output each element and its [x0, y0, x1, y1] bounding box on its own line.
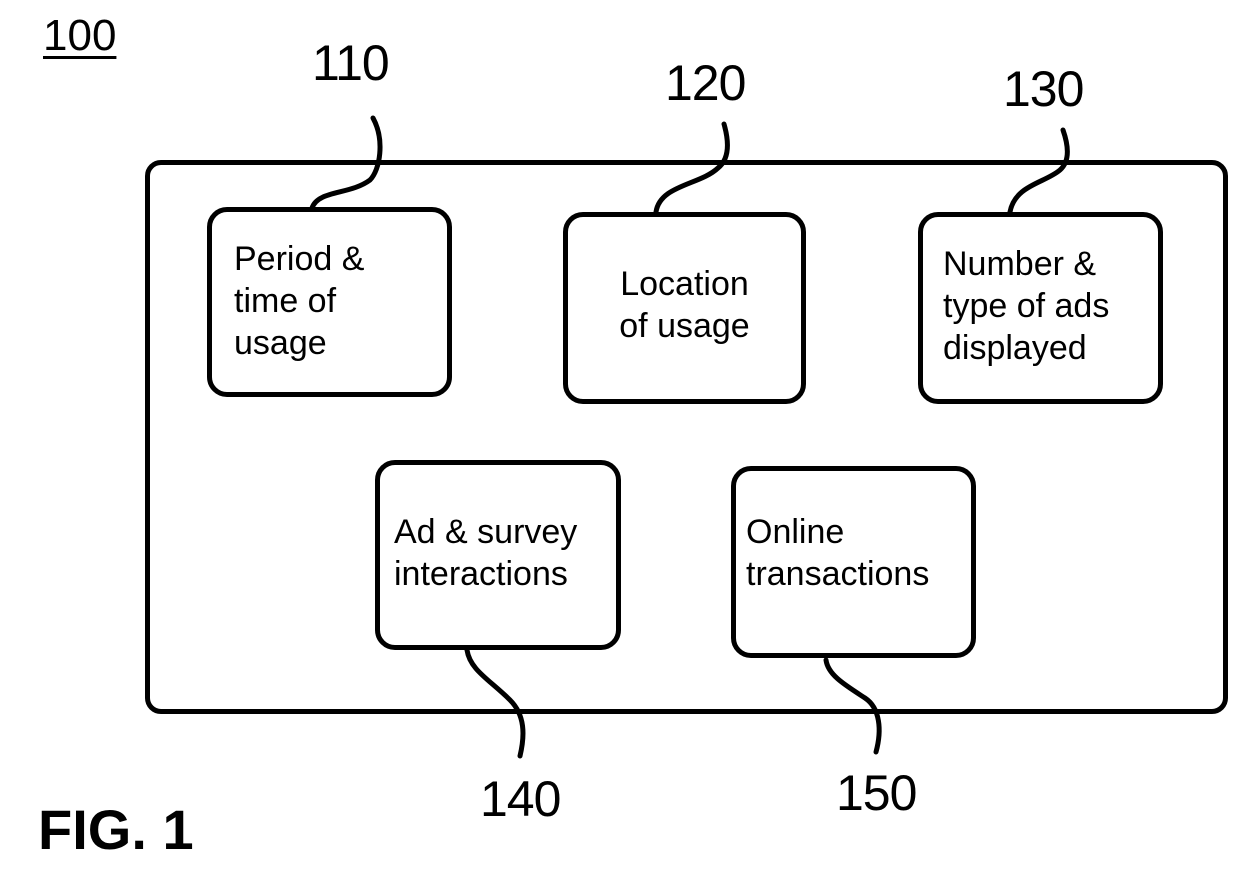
component-box-online-transactions: Online transactions	[731, 466, 976, 658]
ref-numeral-110: 110	[312, 35, 390, 91]
component-box-ad-survey-interactions: Ad & survey interactions	[375, 460, 621, 650]
component-box-period-time: Period & time of usage	[207, 207, 452, 397]
leader-line-120	[653, 121, 730, 215]
leader-line-110	[309, 115, 383, 211]
ref-numeral-120: 120	[665, 55, 746, 111]
component-box-location: Location of usage	[563, 212, 806, 404]
leader-line-140	[464, 647, 526, 759]
leader-line-150	[823, 657, 882, 755]
figure-title: FIG. 1	[38, 798, 194, 861]
ref-numeral-140: 140	[480, 771, 561, 827]
ref-numeral-130: 130	[1003, 61, 1084, 117]
component-box-ads-displayed: Number & type of ads displayed	[918, 212, 1163, 404]
component-label: Location of usage	[619, 265, 750, 345]
component-label: Online transactions	[746, 513, 930, 593]
component-label: Ad & survey interactions	[394, 513, 578, 593]
ref-numeral-150: 150	[836, 765, 917, 821]
component-label: Number & type of ads displayed	[943, 245, 1110, 367]
leader-line-130	[1007, 127, 1070, 215]
leader-lines	[309, 115, 1070, 759]
component-label: Period & time of usage	[234, 240, 365, 362]
